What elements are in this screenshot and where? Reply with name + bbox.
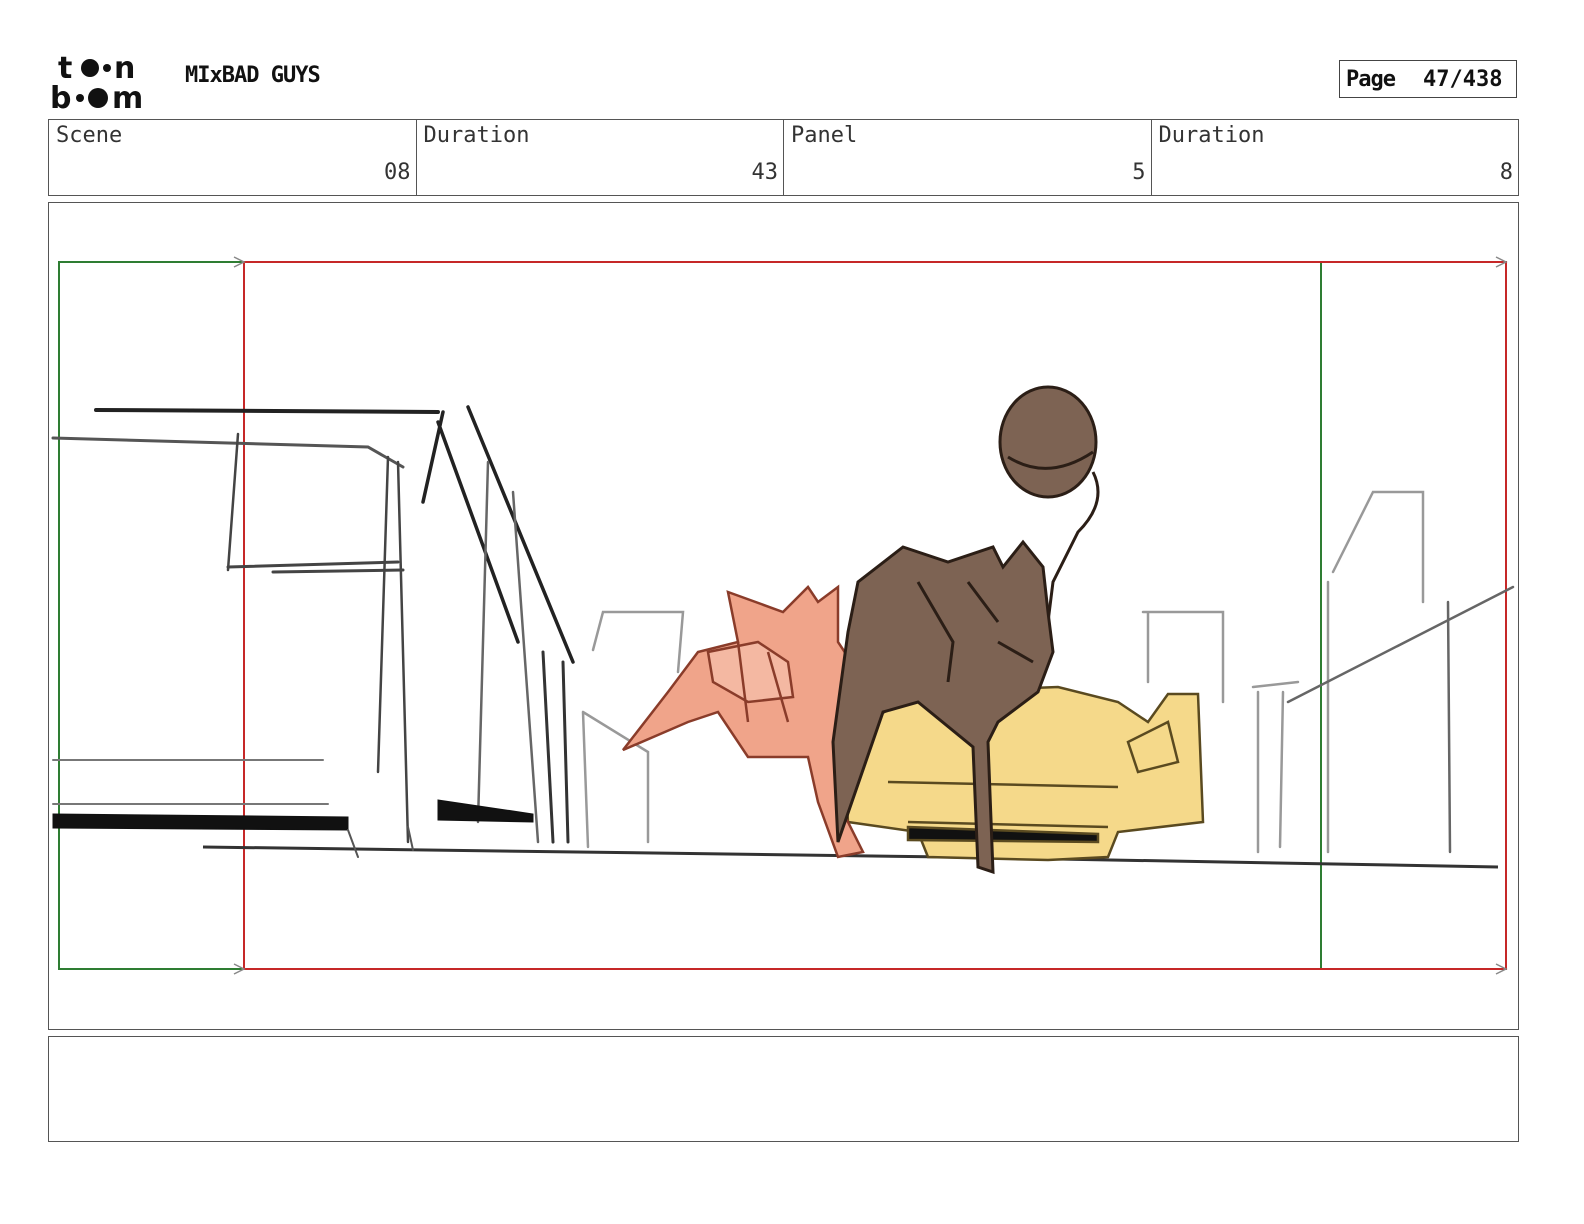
truck-sketch (51, 405, 575, 858)
panel-duration-cell: Duration 8 (1152, 120, 1519, 195)
storyboard-drawing (51, 256, 1515, 975)
page-number: 47/438 (1422, 66, 1503, 92)
scene-duration-value: 43 (751, 160, 779, 185)
camera-frame-start (58, 261, 1322, 970)
scene-duration-cell: Duration 43 (417, 120, 784, 195)
panel-duration-label: Duration (1158, 123, 1265, 148)
salmon-character (622, 584, 865, 859)
panel-cell: Panel 5 (784, 120, 1152, 195)
panel-duration-value: 8 (1499, 160, 1513, 185)
toon-boom-logo: t n b m (50, 51, 143, 112)
page-indicator: Page 47/438 (1339, 60, 1517, 98)
scene-duration-label: Duration (423, 123, 530, 148)
scene-value: 08 (384, 160, 411, 185)
panel-value: 5 (1132, 160, 1146, 185)
svg-text:m: m (112, 81, 143, 112)
scene-cell: Scene 08 (49, 120, 417, 195)
scene-label: Scene (56, 123, 123, 148)
yellow-car (841, 685, 1205, 862)
page-label: Page (1346, 66, 1396, 92)
svg-text:b: b (50, 81, 71, 112)
panel-label: Panel (791, 123, 858, 148)
project-title: MIxBAD GUYS (185, 63, 321, 88)
notes-box (48, 1036, 1519, 1142)
panel-info-table: Scene 08 Duration 43 Panel 5 Duration 8 (48, 119, 1519, 196)
